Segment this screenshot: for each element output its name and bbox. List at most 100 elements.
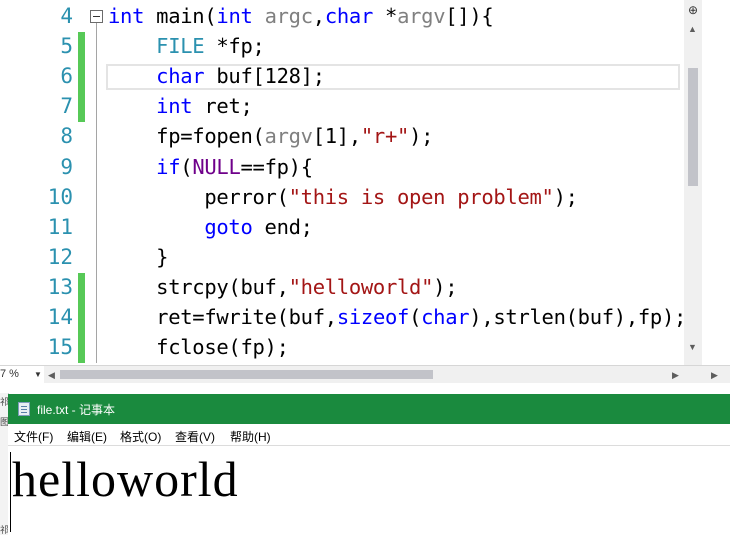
scroll-right-arrow-icon-2[interactable]: ▶ xyxy=(711,370,718,380)
code-token: sizeof xyxy=(336,305,410,329)
line-number: 14 xyxy=(47,305,73,329)
line-number: 5 xyxy=(60,34,73,59)
code-token: ); xyxy=(553,184,578,209)
code-line[interactable]: 5 FILE *fp; xyxy=(0,32,684,63)
scroll-up-arrow-icon[interactable]: ▲ xyxy=(688,24,697,34)
code-token: ); xyxy=(433,274,458,299)
code-token: int xyxy=(216,4,253,28)
line-number: 12 xyxy=(47,244,73,269)
code-token: fclose(fp); xyxy=(108,335,289,360)
line-number: 7 xyxy=(60,94,73,119)
code-line[interactable]: 7 int ret; xyxy=(0,92,684,123)
code-token: argc xyxy=(264,4,313,28)
code-line[interactable]: 12 } xyxy=(0,243,684,273)
panel-gap xyxy=(0,383,730,393)
window-title: file.txt - 记事本 xyxy=(37,403,116,417)
split-view-icon[interactable]: ⊕ xyxy=(688,3,698,17)
code-text: } xyxy=(108,245,168,269)
change-indicator xyxy=(78,92,85,123)
code-token: * xyxy=(372,4,398,28)
code-token: "helloworld" xyxy=(288,274,434,299)
scroll-left-arrow-icon[interactable]: ◀ xyxy=(48,370,55,380)
code-line[interactable]: 13 strcpy(buf,"helloworld"); xyxy=(0,272,684,303)
code-token: []){ xyxy=(445,4,494,28)
line-number: 10 xyxy=(47,184,73,209)
zoom-level-value: 7 % xyxy=(0,368,19,380)
code-token: "this is open problem" xyxy=(288,184,554,209)
horizontal-scrollbar-bar: 7 % ▼ ◀ ▶ ▶ xyxy=(0,365,730,384)
code-text: perror("this is open problem"); xyxy=(108,185,578,209)
code-token: int xyxy=(108,4,145,28)
code-token: fp=fopen( xyxy=(108,124,265,149)
code-token: if xyxy=(156,154,181,179)
code-token: ),strlen(buf),fp); xyxy=(469,305,687,329)
menu-help[interactable]: 帮助(H) xyxy=(230,428,271,445)
menu-edit[interactable]: 编辑(E) xyxy=(67,428,107,445)
notepad-titlebar[interactable]: file.txt - 记事本 xyxy=(8,394,730,424)
notepad-window[interactable]: file.txt - 记事本 文件(F) 编辑(E) 格式(O) 查看(V) 帮… xyxy=(8,394,730,536)
code-text: ret=fwrite(buf,sizeof(char),strlen(buf),… xyxy=(108,305,686,329)
code-token: main( xyxy=(144,4,217,28)
code-line[interactable]: 14 ret=fwrite(buf,sizeof(char),strlen(bu… xyxy=(0,303,686,333)
scroll-right-arrow-icon[interactable]: ▶ xyxy=(672,370,679,380)
current-line-highlight xyxy=(106,64,680,90)
code-text: int ret; xyxy=(108,94,253,118)
code-text: strcpy(buf,"helloworld"); xyxy=(108,275,457,299)
code-token: *fp; xyxy=(204,34,265,59)
code-token: char xyxy=(324,4,373,28)
horizontal-scroll-thumb[interactable] xyxy=(60,370,433,379)
code-token: int xyxy=(156,94,193,119)
code-token: FILE xyxy=(156,34,205,59)
change-indicator xyxy=(78,333,85,364)
code-token: ( xyxy=(180,154,193,179)
line-number: 13 xyxy=(47,274,73,299)
code-line[interactable]: 15 fclose(fp); xyxy=(0,333,684,364)
text-editing-area[interactable]: helloworld xyxy=(8,445,730,536)
code-token: ret=fwrite(buf, xyxy=(108,305,337,329)
code-line[interactable]: 8 fp=fopen(argv[1],"r+"); xyxy=(0,122,684,152)
code-line[interactable]: 9 if(NULL==fp){ xyxy=(0,153,684,183)
code-token: perror( xyxy=(108,184,289,209)
vertical-scrollbar[interactable]: ▼ ▲ xyxy=(684,0,702,365)
menu-format[interactable]: 格式(O) xyxy=(120,428,161,445)
line-number: 15 xyxy=(47,335,73,360)
chevron-down-icon[interactable]: ▼ xyxy=(34,366,42,383)
line-number: 11 xyxy=(47,214,73,239)
line-number: 6 xyxy=(60,64,73,89)
menu-bar: 文件(F) 编辑(E) 格式(O) 查看(V) 帮助(H) xyxy=(8,424,730,445)
code-text: if(NULL==fp){ xyxy=(108,155,313,179)
code-line[interactable]: 10 perror("this is open problem"); xyxy=(0,183,684,213)
vertical-scroll-thumb[interactable] xyxy=(688,68,698,186)
code-line[interactable]: 11 goto end; xyxy=(0,213,684,243)
code-token: argv xyxy=(397,4,446,28)
code-text: int main(int argc,char *argv[]){ xyxy=(108,4,494,28)
change-indicator xyxy=(78,272,85,303)
zoom-level-dropdown[interactable]: 7 % ▼ xyxy=(0,366,44,384)
code-token: strcpy(buf, xyxy=(108,274,289,299)
line-number: 8 xyxy=(60,124,73,149)
code-token: ==fp){ xyxy=(240,154,313,179)
scroll-down-arrow-icon[interactable]: ▼ xyxy=(688,342,697,352)
code-token: } xyxy=(108,244,169,269)
code-token: argv xyxy=(264,124,313,149)
code-text: goto end; xyxy=(108,215,313,239)
menu-file[interactable]: 文件(F) xyxy=(14,428,53,445)
line-number: 4 xyxy=(60,4,73,28)
code-token: char xyxy=(421,305,470,329)
collapse-minus-icon[interactable] xyxy=(90,10,103,23)
code-token: ); xyxy=(409,124,434,149)
line-number: 9 xyxy=(60,154,73,179)
code-text: fp=fopen(argv[1],"r+"); xyxy=(108,124,433,148)
code-token: NULL xyxy=(192,154,241,179)
code-token: ( xyxy=(409,305,422,329)
code-text: FILE *fp; xyxy=(108,34,265,58)
code-editor[interactable]: 4 int main(int argc,char *argv[]){ 5 FILE … xyxy=(0,0,730,365)
code-token: [1], xyxy=(312,124,361,149)
menu-view[interactable]: 查看(V) xyxy=(175,428,215,445)
change-indicator xyxy=(78,303,85,333)
